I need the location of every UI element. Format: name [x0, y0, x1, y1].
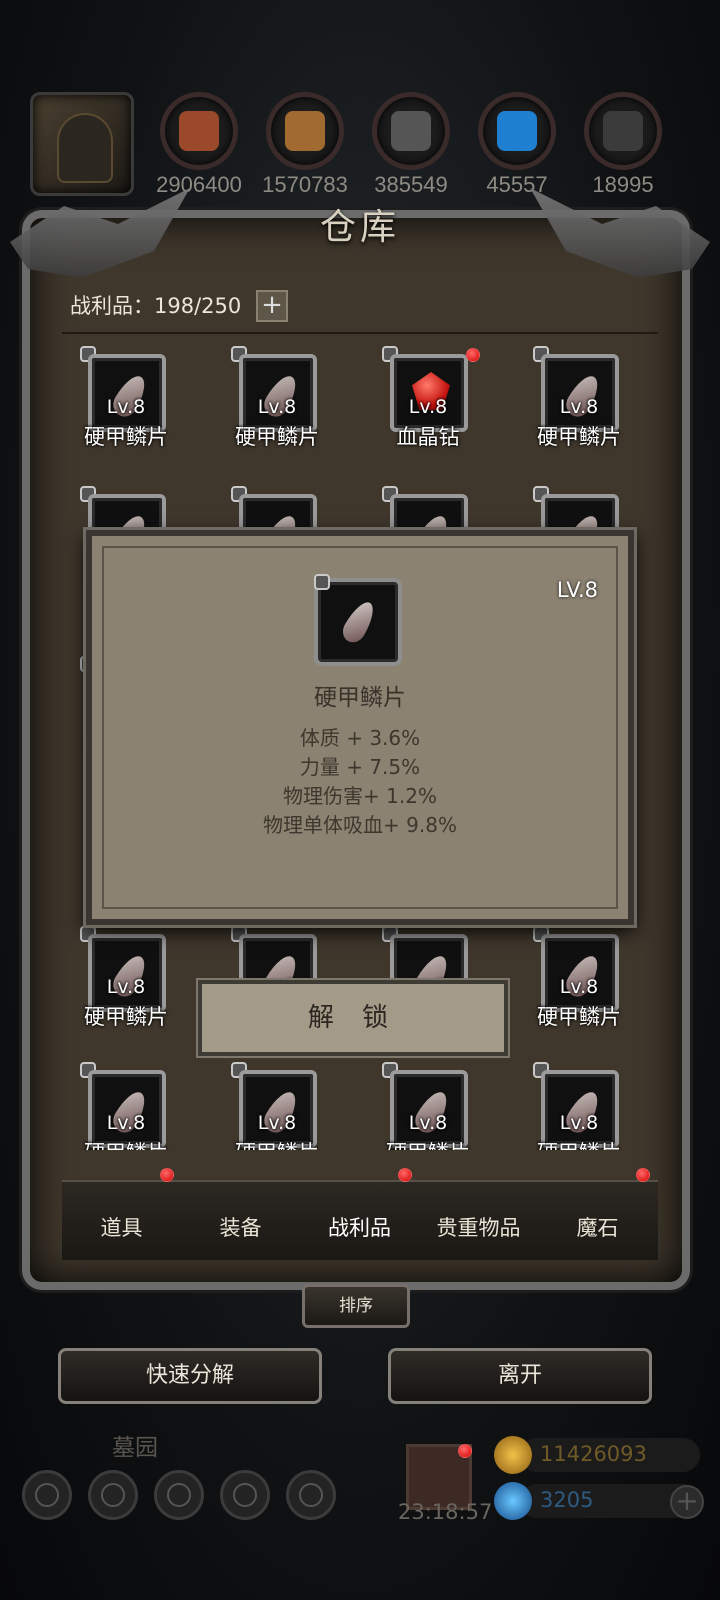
item-level: Lv.8: [106, 1112, 146, 1134]
new-item-dot: [466, 348, 480, 362]
inventory-slot[interactable]: Lv.8 硬甲鳞片: [66, 346, 186, 456]
diamond-amount: 3205: [540, 1488, 594, 1512]
item-name: 硬甲鳞片: [519, 1137, 639, 1150]
item-name: 硬甲鳞片: [84, 425, 168, 449]
tab-notification-dot: [398, 1168, 412, 1182]
resource-fill: [603, 111, 643, 151]
item-detail-popup: LV.8 硬甲鳞片 体质 + 3.6% 力量 + 7.5% 物理伤害+ 1.2%…: [86, 530, 634, 925]
tab-notification-dot: [636, 1168, 650, 1182]
tab-0[interactable]: 道具: [62, 1212, 181, 1242]
resource-fill: [179, 111, 219, 151]
category-tabs: 道具 装备 战利品 贵重物品 魔石: [62, 1168, 658, 1260]
item-level: Lv.8: [257, 396, 297, 418]
resource-amount: 1570783: [262, 172, 348, 197]
gift-timer: 23:18:57: [398, 1500, 493, 1524]
item-name: 硬甲鳞片: [537, 425, 621, 449]
tab-4[interactable]: 魔石: [538, 1212, 657, 1242]
tab-2[interactable]: 战利品: [300, 1212, 419, 1242]
resource-fill: [497, 111, 537, 151]
item-name: 血晶钻: [396, 425, 460, 449]
expand-capacity-button[interactable]: +: [256, 290, 288, 322]
notification-dot: [458, 1444, 472, 1458]
resource-amount: 2906400: [156, 172, 242, 197]
player-avatar[interactable]: [30, 92, 134, 196]
item-level: Lv.8: [408, 396, 448, 418]
item-level: LV.8: [556, 578, 598, 602]
inventory-slot[interactable]: Lv.8 硬甲鳞片: [217, 346, 337, 456]
item-name: 硬甲鳞片: [84, 1005, 168, 1029]
stat-line: 体质 + 3.6%: [299, 726, 421, 750]
sort-button[interactable]: 排序: [302, 1284, 410, 1328]
resource-amount: 45557: [486, 172, 548, 197]
steel-icon[interactable]: [584, 92, 662, 170]
item-icon-frame: [314, 574, 402, 666]
inventory-slot[interactable]: Lv.8 硬甲鳞片: [368, 1062, 488, 1150]
resource-fill: [285, 111, 325, 151]
item-name: 硬甲鳞片: [314, 685, 406, 711]
divider: [62, 332, 658, 334]
tab-3[interactable]: 贵重物品: [419, 1212, 538, 1242]
resource-amount: 385549: [374, 172, 448, 197]
character-portrait-icon: [57, 113, 113, 183]
item-level: Lv.8: [559, 396, 599, 418]
inventory-slot[interactable]: Lv.8 硬甲鳞片: [519, 926, 639, 1036]
add-currency-button[interactable]: +: [670, 1485, 704, 1519]
hide-icon[interactable]: [160, 92, 238, 170]
inventory-slot[interactable]: Lv.8 硬甲鳞片: [519, 1062, 639, 1150]
location-label: 墓园: [112, 1435, 158, 1461]
item-level: Lv.8: [408, 1112, 448, 1134]
item-level: Lv.8: [559, 1112, 599, 1134]
diamond-icon: [494, 1482, 532, 1520]
leave-button[interactable]: 离开: [388, 1348, 652, 1404]
inventory-slot[interactable]: Lv.8 硬甲鳞片: [66, 1062, 186, 1150]
stat-line: 物理伤害+ 1.2%: [283, 784, 437, 808]
inventory-slot[interactable]: Lv.8 硬甲鳞片: [519, 346, 639, 456]
item-name: 硬甲鳞片: [217, 1137, 337, 1150]
resource-amount: 18995: [592, 172, 654, 197]
item-stats: 体质 + 3.6% 力量 + 7.5% 物理伤害+ 1.2% 物理单体吸血+ 9…: [92, 724, 628, 840]
item-name: 硬甲鳞片: [235, 425, 319, 449]
scroll-icon[interactable]: [286, 1470, 336, 1520]
item-name: 硬甲鳞片: [66, 1137, 186, 1150]
settings-icon[interactable]: [22, 1470, 72, 1520]
inventory-slot[interactable]: Lv.8 硬甲鳞片: [66, 926, 186, 1036]
tab-notification-dot: [160, 1168, 174, 1182]
compass-icon[interactable]: [88, 1470, 138, 1520]
item-name: 硬甲鳞片: [368, 1137, 488, 1150]
loot-capacity: 战利品：198/250: [70, 294, 242, 318]
iron-icon[interactable]: [372, 92, 450, 170]
panel-title: 仓库: [319, 207, 400, 248]
gold-coin-icon: [494, 1436, 532, 1474]
stat-line: 物理单体吸血+ 9.8%: [263, 813, 457, 837]
shield-icon[interactable]: [154, 1470, 204, 1520]
item-level: Lv.8: [106, 976, 146, 998]
item-level: Lv.8: [257, 1112, 297, 1134]
mail-icon[interactable]: [220, 1470, 270, 1520]
item-level: Lv.8: [559, 976, 599, 998]
inventory-slot[interactable]: Lv.8 硬甲鳞片: [217, 1062, 337, 1150]
tab-1[interactable]: 装备: [181, 1212, 300, 1242]
resource-fill: [391, 111, 431, 151]
lock-icon: [314, 574, 330, 590]
stat-line: 力量 + 7.5%: [299, 755, 421, 779]
item-level: Lv.8: [106, 396, 146, 418]
gold-amount: 11426093: [540, 1442, 647, 1466]
plank-icon[interactable]: [266, 92, 344, 170]
item-name: 硬甲鳞片: [537, 1005, 621, 1029]
quick-decompose-button[interactable]: 快速分解: [58, 1348, 322, 1404]
inventory-slot[interactable]: Lv.8 血晶钻: [368, 346, 488, 456]
scale-icon: [338, 597, 380, 647]
crystal-icon[interactable]: [478, 92, 556, 170]
unlock-button[interactable]: 解 锁: [198, 980, 508, 1056]
